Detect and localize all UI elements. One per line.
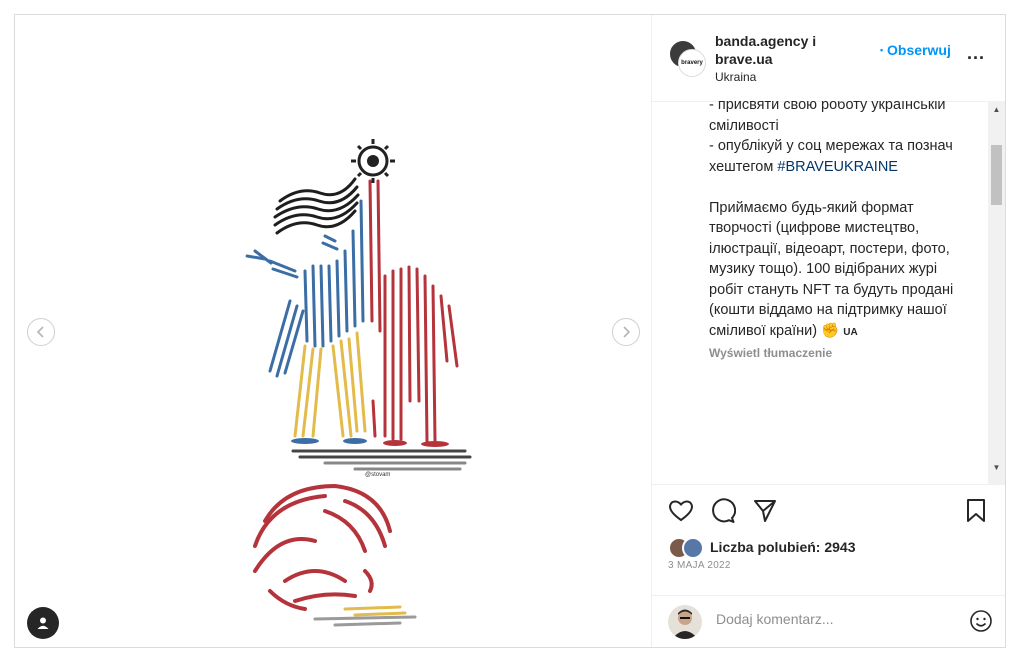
avatar: bravery xyxy=(678,49,706,77)
caption-line: - опублікуй у соц мережах та познач хешт… xyxy=(709,136,974,177)
scrollbar[interactable]: ▲ ▼ xyxy=(988,101,1005,484)
like-button[interactable] xyxy=(668,498,694,527)
scrollbar-thumb[interactable] xyxy=(991,145,1002,205)
avatar-text: bravery xyxy=(681,60,703,66)
share-button[interactable] xyxy=(752,498,778,529)
previous-image-button[interactable] xyxy=(27,318,55,346)
chevron-right-icon xyxy=(623,326,631,338)
tagged-users-button[interactable] xyxy=(27,607,59,639)
post-media[interactable]: @stovam xyxy=(15,15,652,647)
comment-icon xyxy=(712,498,737,523)
collab-avatars[interactable]: bravery xyxy=(668,39,706,77)
caption-spacer xyxy=(709,177,974,198)
artist-signature: @stovam xyxy=(365,472,390,478)
post-header: bravery banda.agency i brave.ua Ukraina … xyxy=(652,15,1005,102)
emoji-icon xyxy=(970,610,992,632)
scroll-down-arrow-icon[interactable]: ▼ xyxy=(988,459,1005,476)
translate-link[interactable]: Wyświetl tłumaczenie xyxy=(709,343,974,364)
next-image-button[interactable] xyxy=(612,318,640,346)
save-button[interactable] xyxy=(965,498,987,529)
add-comment-section xyxy=(652,595,1005,648)
author-1[interactable]: banda.agency i xyxy=(715,32,835,50)
caption-paragraph: Приймаємо будь-який формат творчості (ци… xyxy=(709,199,954,339)
caption-line: - присвяти свою роботу українській сміли… xyxy=(709,101,946,134)
heart-icon xyxy=(669,500,693,522)
sun-shape xyxy=(351,139,395,183)
avatar xyxy=(682,537,704,559)
country-code: UA xyxy=(843,326,858,338)
fist-emoji: ✊ xyxy=(821,322,840,339)
comment-input[interactable] xyxy=(714,610,948,628)
caption-text: - присвяти свою роботу українській сміли… xyxy=(709,101,974,364)
share-icon xyxy=(754,500,776,522)
likes-count[interactable]: Liczba polubień: 2943 xyxy=(710,539,855,555)
comment-button[interactable] xyxy=(710,498,737,529)
dot-separator: • xyxy=(880,45,884,55)
emoji-picker-button[interactable] xyxy=(969,609,993,638)
bookmark-icon xyxy=(967,499,985,522)
chevron-left-icon xyxy=(36,326,44,338)
follow-button[interactable]: • Obserwuj xyxy=(880,42,951,58)
caption-line: Приймаємо будь-який формат творчості (ци… xyxy=(709,198,974,344)
post-details-panel: bravery banda.agency i brave.ua Ukraina … xyxy=(652,15,1005,647)
caption-scroll-area[interactable]: - присвяти свою роботу українській сміли… xyxy=(652,101,1005,485)
user-tag-icon xyxy=(37,617,49,629)
follow-label: Obserwuj xyxy=(887,42,951,58)
post-date[interactable]: 3 MAJA 2022 xyxy=(668,560,731,571)
post-authors[interactable]: banda.agency i brave.ua xyxy=(715,32,835,68)
artwork-image: @stovam xyxy=(245,139,472,627)
avatar xyxy=(668,605,702,639)
location-link[interactable]: Ukraina xyxy=(715,70,756,84)
post-container: @stovam bravery banda.agency i brave.ua … xyxy=(14,14,1006,648)
scroll-up-arrow-icon[interactable]: ▲ xyxy=(988,101,1005,118)
hashtag-link[interactable]: #BRAVEUKRAINE xyxy=(777,159,898,175)
author-2[interactable]: brave.ua xyxy=(715,50,835,68)
post-actions xyxy=(652,498,1005,528)
user-avatar-image xyxy=(672,609,698,639)
more-options-button[interactable]: ... xyxy=(967,43,985,64)
